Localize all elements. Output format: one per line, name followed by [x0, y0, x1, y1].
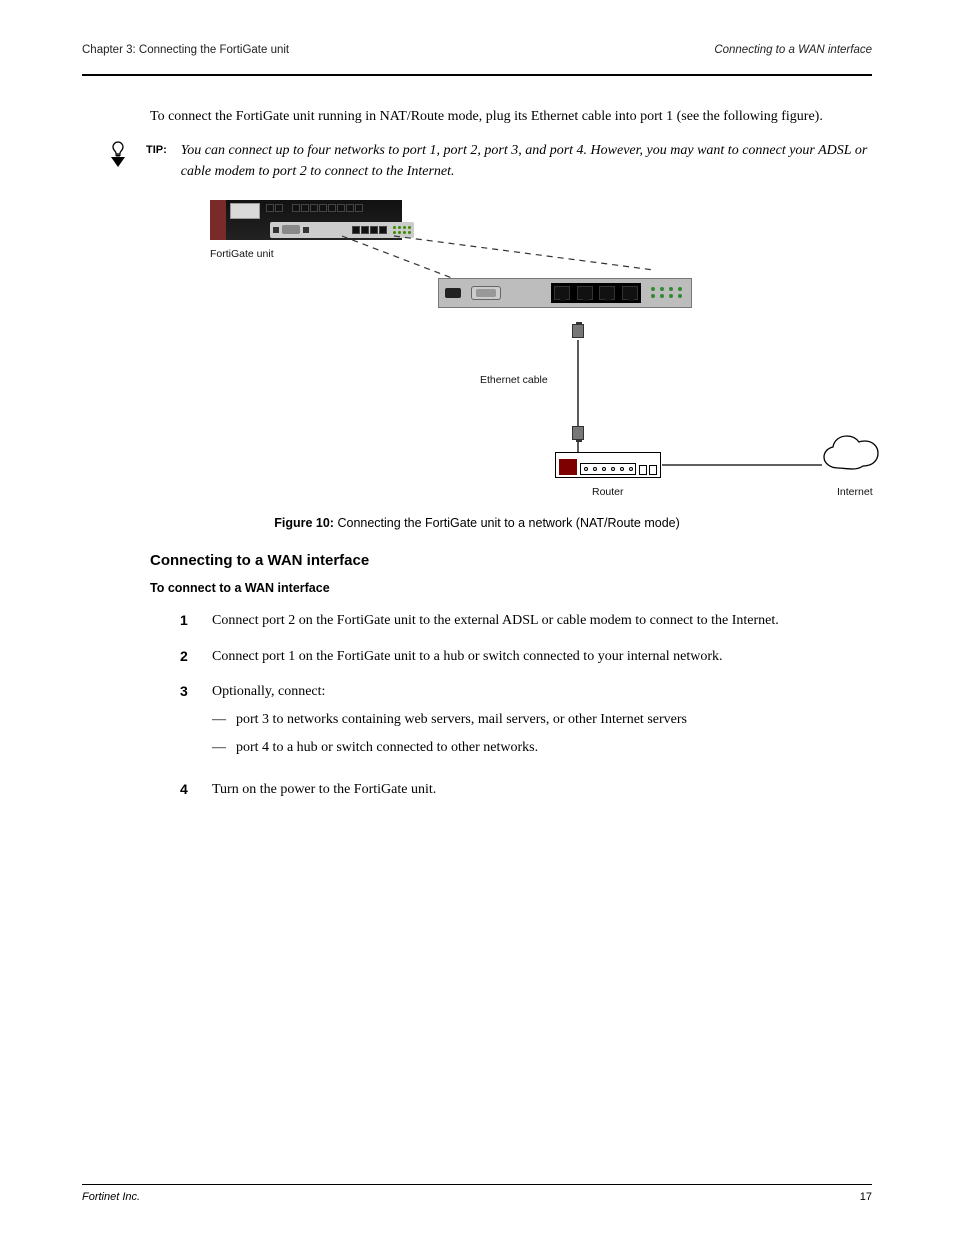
sub-text: port 3 to networks containing web server…: [236, 709, 687, 731]
step-2: 2 Connect port 1 on the FortiGate unit t…: [180, 646, 872, 668]
router-icon: [555, 452, 661, 478]
figure-caption: Figure 10: Connecting the FortiGate unit…: [82, 516, 872, 530]
lightbulb-icon: [104, 140, 132, 168]
step-text: Connect port 2 on the FortiGate unit to …: [212, 610, 779, 632]
tip-text: You can connect up to four networks to p…: [181, 140, 872, 182]
footer-left: Fortinet Inc.: [82, 1191, 140, 1203]
bullet-dash-icon: —: [212, 737, 226, 759]
header-section: Connecting to a WAN interface: [714, 44, 872, 56]
step-text: Optionally, connect: — port 3 to network…: [212, 681, 687, 764]
step-text: Turn on the power to the FortiGate unit.: [212, 779, 436, 801]
step-4: 4 Turn on the power to the FortiGate uni…: [180, 779, 872, 801]
intro-paragraph: To connect the FortiGate unit running in…: [150, 106, 872, 128]
internet-cloud-icon: [820, 433, 888, 479]
section-heading: Connecting to a WAN interface: [150, 552, 872, 569]
figure-text: Connecting the FortiGate unit to a netwo…: [337, 516, 679, 530]
label-internet: Internet: [837, 486, 873, 498]
network-diagram: FortiGate unit Ethernet cable Router Int…: [82, 190, 872, 510]
label-device: FortiGate unit: [210, 248, 274, 260]
tip-block: TIP: You can connect up to four networks…: [104, 140, 872, 182]
step-number: 1: [180, 610, 198, 632]
step-3-sub-a: — port 3 to networks containing web serv…: [212, 709, 687, 731]
label-router: Router: [592, 486, 624, 498]
rj45-plug-bottom-icon: [572, 426, 584, 440]
lcd-icon: [230, 203, 260, 219]
label-cable: Ethernet cable: [480, 374, 548, 386]
step-3-lead: Optionally, connect:: [212, 684, 325, 699]
footer-page-number: 17: [860, 1191, 872, 1203]
step-1: 1 Connect port 2 on the FortiGate unit t…: [180, 610, 872, 632]
step-number: 4: [180, 779, 198, 801]
bullet-dash-icon: —: [212, 709, 226, 731]
step-number: 3: [180, 681, 198, 764]
header-rule: [82, 74, 872, 76]
header-chapter: Chapter 3: Connecting the FortiGate unit: [82, 44, 289, 56]
fortigate-rear-zoom-icon: [438, 278, 692, 308]
step-3-sub-b: — port 4 to a hub or switch connected to…: [212, 737, 687, 759]
procedure-steps: 1 Connect port 2 on the FortiGate unit t…: [180, 610, 872, 800]
rj45-plug-top-icon: [572, 324, 584, 338]
tip-label: TIP:: [146, 144, 167, 156]
rj45-ports-icon: [551, 283, 641, 303]
step-text: Connect port 1 on the FortiGate unit to …: [212, 646, 723, 668]
procedure-title: To connect to a WAN interface: [150, 579, 872, 598]
sub-text: port 4 to a hub or switch connected to o…: [236, 737, 538, 759]
page-footer: Fortinet Inc. 17: [82, 1184, 872, 1203]
figure-number: Figure 10:: [274, 516, 334, 530]
step-3: 3 Optionally, connect: — port 3 to netwo…: [180, 681, 872, 764]
step-number: 2: [180, 646, 198, 668]
